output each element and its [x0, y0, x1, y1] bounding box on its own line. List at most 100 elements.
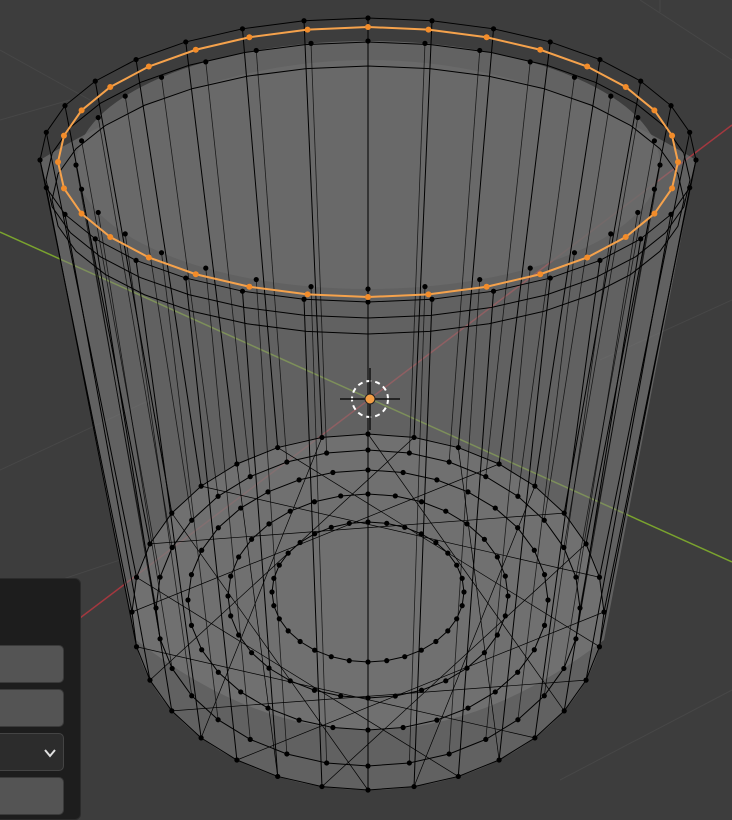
- mesh-vertex: [455, 773, 461, 780]
- mesh-vertex: [297, 638, 303, 645]
- selected-vertex: [584, 63, 591, 70]
- mesh-vertex: [158, 250, 165, 256]
- mesh-vertex: [215, 669, 221, 675]
- mesh-vertex: [597, 257, 603, 264]
- mesh-vertex: [464, 665, 470, 671]
- mesh-vertex: [330, 469, 336, 476]
- selected-vertex: [60, 132, 67, 139]
- mesh-vertex: [561, 665, 567, 672]
- mesh-vertex: [384, 520, 390, 526]
- mesh-vertex: [608, 93, 614, 99]
- mesh-vertex: [312, 531, 318, 537]
- mesh-vertex: [433, 638, 439, 645]
- mesh-vertex: [481, 650, 488, 656]
- mesh-vertex: [561, 544, 567, 551]
- mesh-vertex: [429, 296, 435, 302]
- mesh-vertex: [189, 517, 195, 523]
- 3d-viewport[interactable]: [0, 0, 732, 812]
- mesh-vertex: [95, 114, 101, 121]
- mesh-vertex: [418, 499, 425, 505]
- mesh-vertex: [515, 525, 521, 531]
- operator-field-2[interactable]: [0, 689, 64, 727]
- mesh-vertex: [79, 186, 85, 192]
- mesh-vertex: [133, 574, 140, 580]
- mesh-vertex: [596, 574, 603, 580]
- mesh-vertex: [494, 632, 500, 638]
- mesh-vertex: [266, 665, 272, 671]
- selected-vertex: [304, 291, 311, 298]
- mesh-vertex: [465, 489, 471, 495]
- mesh-vertex: [183, 275, 189, 281]
- mesh-vertex: [95, 209, 101, 216]
- mesh-vertex: [668, 103, 674, 109]
- mesh-vertex: [301, 18, 307, 24]
- mesh-vertex: [236, 554, 242, 560]
- mesh-vertex: [365, 763, 371, 769]
- selected-vertex: [537, 271, 544, 278]
- selected-vertex: [622, 83, 629, 90]
- selected-vertex: [669, 185, 676, 192]
- mesh-vertex: [43, 129, 49, 135]
- mesh-vertex: [169, 510, 175, 516]
- mesh-vertex: [133, 644, 140, 650]
- mesh-vertex: [62, 103, 68, 109]
- mesh-vertex: [651, 186, 657, 192]
- mesh-vertex: [346, 658, 352, 664]
- mesh-vertex: [157, 574, 163, 580]
- mesh-vertex: [265, 489, 271, 495]
- mesh-vertex: [531, 647, 537, 653]
- mesh-vertex: [455, 444, 461, 451]
- mesh-vertex: [429, 18, 435, 24]
- mesh-vertex: [532, 483, 538, 489]
- mesh-vertex: [505, 593, 511, 599]
- mesh-vertex: [465, 705, 471, 711]
- mesh-vertex: [238, 505, 244, 511]
- mesh-vertex: [384, 658, 390, 664]
- mesh-vertex: [169, 544, 175, 551]
- mesh-vertex: [122, 93, 128, 99]
- operator-dropdown[interactable]: [0, 733, 64, 771]
- mesh-vertex: [228, 613, 234, 619]
- selected-vertex: [675, 159, 681, 165]
- mesh-vertex: [481, 536, 488, 542]
- mesh-vertex: [531, 547, 537, 553]
- mesh-vertex: [418, 687, 425, 693]
- selected-vertex: [60, 185, 67, 192]
- mesh-vertex: [547, 275, 553, 281]
- mesh-vertex: [483, 474, 489, 480]
- selected-vertex: [651, 210, 658, 217]
- mesh-vertex: [365, 695, 371, 701]
- mesh-vertex: [418, 647, 424, 653]
- mesh-vertex: [477, 47, 483, 54]
- mesh-vertex: [445, 628, 451, 634]
- mesh-vertex: [328, 524, 334, 530]
- selected-vertex: [246, 34, 253, 41]
- operator-field-1[interactable]: [0, 645, 64, 683]
- mesh-vertex: [215, 525, 221, 531]
- operator-field-3[interactable]: [0, 777, 64, 815]
- mesh-vertex: [502, 573, 508, 579]
- mesh-vertex: [311, 499, 318, 505]
- mesh-vertex: [43, 185, 49, 191]
- mesh-vertex: [496, 757, 502, 763]
- mesh-vertex: [422, 40, 428, 46]
- mesh-vertex: [308, 284, 314, 290]
- mesh-vertex: [365, 659, 371, 665]
- mesh-vertex: [459, 575, 465, 581]
- mesh-vertex: [198, 735, 204, 741]
- mesh-vertex: [275, 444, 281, 451]
- viewport-canvas[interactable]: [0, 0, 732, 812]
- mesh-vertex: [37, 157, 43, 163]
- mesh-vertex: [285, 550, 291, 556]
- mesh-vertex: [583, 541, 589, 547]
- mesh-vertex: [561, 510, 567, 516]
- mesh-vertex: [247, 736, 253, 742]
- mesh-vertex: [133, 56, 139, 63]
- mesh-vertex: [365, 299, 371, 305]
- mesh-vertex: [400, 469, 406, 476]
- mesh-vertex: [73, 162, 79, 168]
- mesh-vertex: [657, 162, 663, 168]
- mesh-vertex: [573, 636, 579, 642]
- mesh-vertex: [434, 717, 440, 723]
- mesh-vertex: [248, 536, 255, 542]
